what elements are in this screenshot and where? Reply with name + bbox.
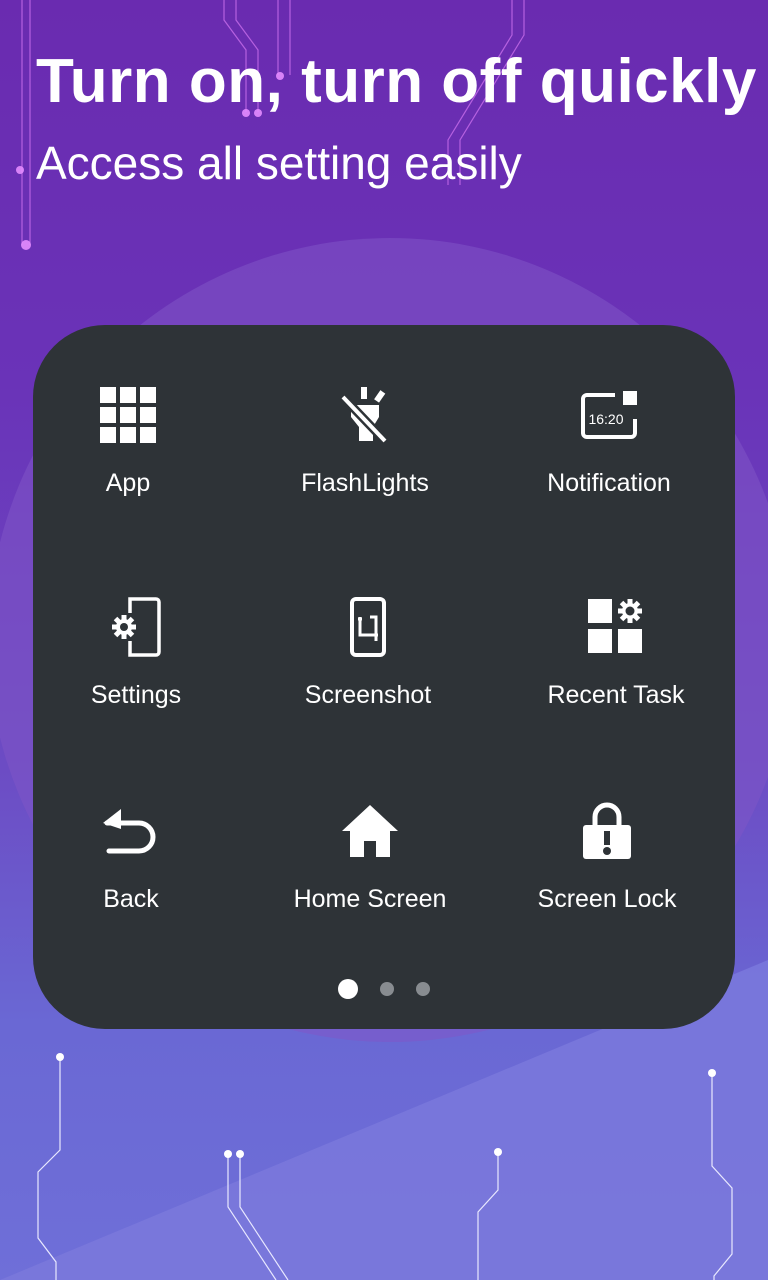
notification-time: 16:20 (588, 411, 623, 427)
app-grid-icon (96, 383, 160, 447)
headline-subtitle: Access all setting easily (36, 137, 522, 189)
tile-back[interactable]: Back (16, 799, 246, 979)
page-dot-3[interactable] (416, 982, 431, 996)
tile-label: Back (103, 885, 159, 913)
tile-label: Screenshot (304, 681, 432, 709)
quick-settings-panel: App FlashLights 16:20 Notification Setti… (33, 325, 735, 1029)
tile-label: Recent Task (547, 681, 685, 709)
lock-icon (575, 799, 639, 863)
page-dot-1[interactable] (337, 979, 358, 999)
tile-label: App (105, 469, 151, 497)
tile-flashlights[interactable]: FlashLights (250, 383, 480, 563)
tile-app[interactable]: App (13, 383, 243, 563)
home-icon (338, 799, 402, 863)
screenshot-crop-icon (336, 595, 400, 659)
page-dot-2[interactable] (380, 982, 394, 996)
tile-label: Screen Lock (537, 885, 677, 913)
tile-screenshot[interactable]: Screenshot (253, 595, 483, 775)
page-indicator (33, 979, 735, 999)
recent-task-icon (584, 595, 648, 659)
tile-screen-lock[interactable]: Screen Lock (492, 799, 722, 979)
flashlight-off-icon (333, 383, 397, 447)
circuit-lines-top (21, 0, 525, 245)
tile-label: Home Screen (293, 885, 447, 913)
tile-label: FlashLights (301, 469, 429, 497)
headline-title: Turn on, turn off quickly (36, 47, 757, 116)
tile-settings[interactable]: Settings (21, 595, 251, 775)
settings-icon (104, 595, 168, 659)
tile-label: Settings (90, 681, 182, 709)
tile-label: Notification (547, 469, 671, 497)
tile-notification[interactable]: 16:20 Notification (494, 383, 724, 563)
notification-icon: 16:20 (577, 383, 641, 447)
tile-home-screen[interactable]: Home Screen (255, 799, 485, 979)
back-arrow-icon (99, 799, 163, 863)
tile-recent-task[interactable]: Recent Task (501, 595, 731, 775)
